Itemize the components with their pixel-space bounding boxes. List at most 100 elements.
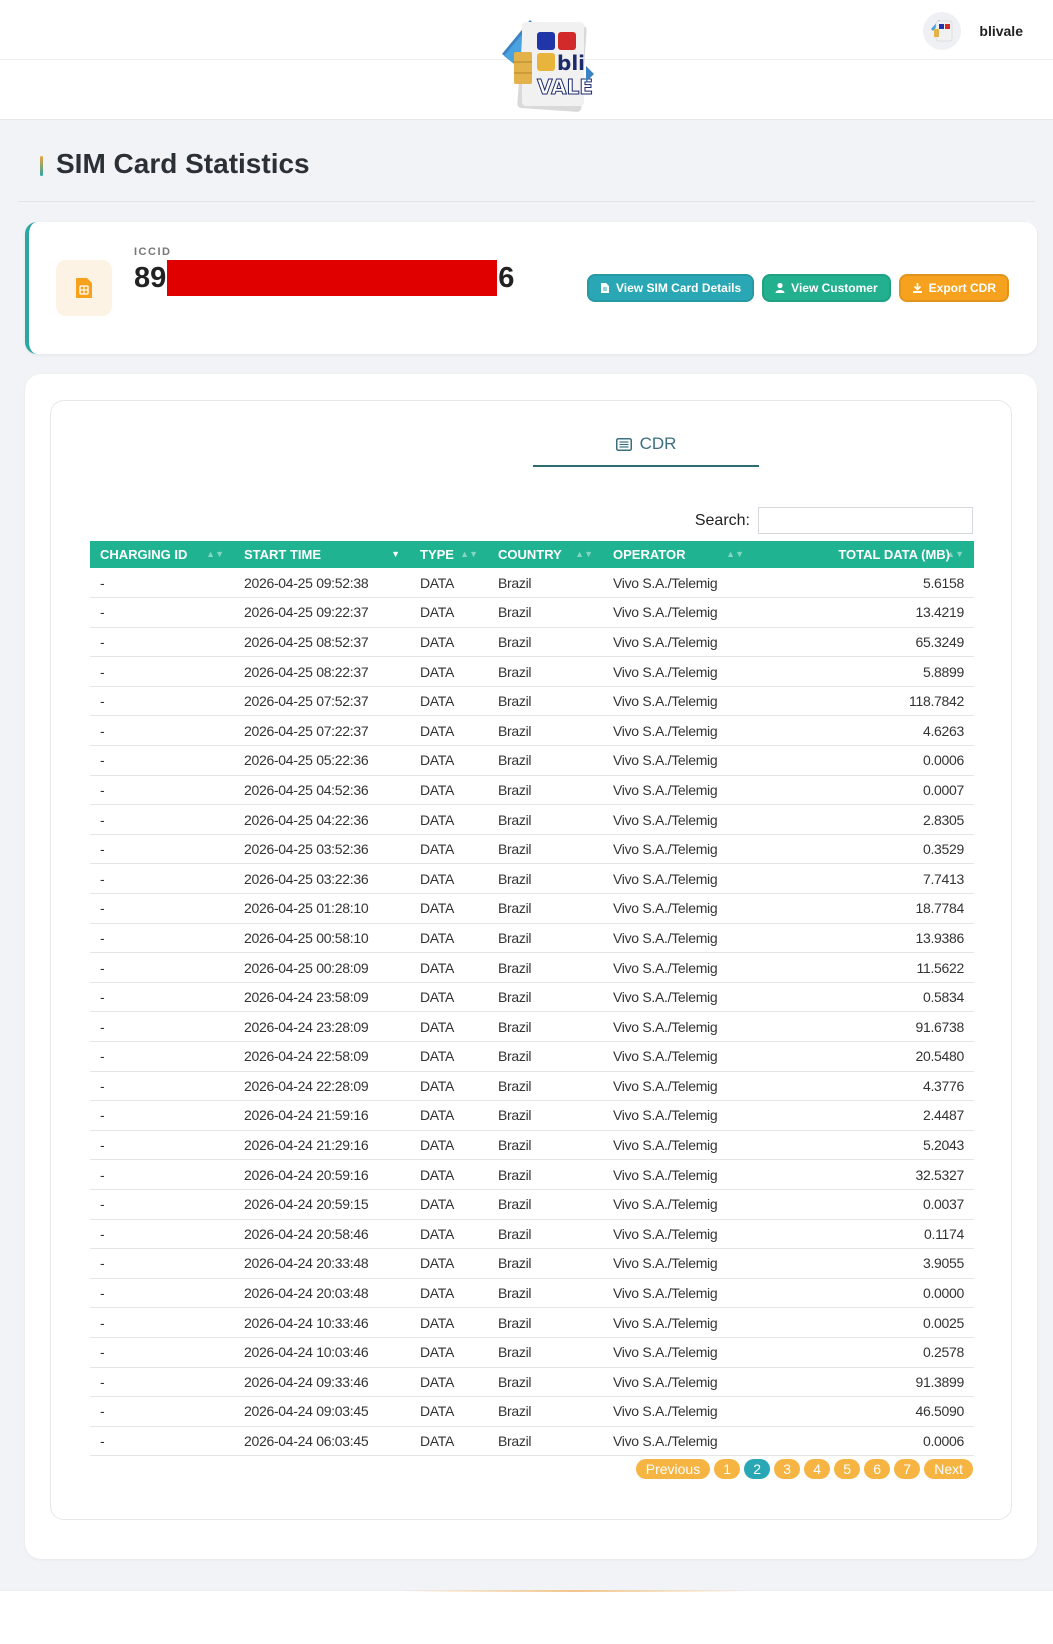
column-header-operator[interactable]: OPERATOR ▲▼: [603, 541, 754, 568]
user-menu[interactable]: blivale: [923, 12, 1023, 50]
cell-charging-id: -: [90, 1159, 234, 1190]
cell-operator: Vivo S.A./Telemig: [603, 1219, 754, 1250]
table-row: -2026-04-25 08:52:37 DATA Brazil Vivo S.A./…: [90, 627, 974, 658]
cell-type: DATA: [410, 1159, 488, 1190]
cell-type: DATA: [410, 1130, 488, 1161]
pagination-page-3[interactable]: 3: [774, 1459, 801, 1479]
cell-total-data: 65.3249: [754, 627, 974, 658]
column-header-start-time[interactable]: START TIME ▼: [234, 541, 410, 568]
tab-cdr[interactable]: CDR: [533, 423, 759, 467]
pagination-page-4[interactable]: 4: [804, 1459, 831, 1479]
cell-start-time: 2026-04-24 22:28:09: [234, 1071, 410, 1102]
pagination-page-5[interactable]: 5: [834, 1459, 861, 1479]
cell-country: Brazil: [488, 745, 603, 776]
pagination-page-6[interactable]: 6: [864, 1459, 891, 1479]
iccid-value: 89 6: [134, 260, 514, 296]
cell-country: Brazil: [488, 1189, 603, 1220]
cell-country: Brazil: [488, 775, 603, 806]
view-customer-label: View Customer: [791, 281, 878, 295]
pagination-page-7[interactable]: 7: [894, 1459, 921, 1479]
cell-total-data: 0.5834: [754, 982, 974, 1013]
cell-country: Brazil: [488, 804, 603, 835]
export-cdr-label: Export CDR: [928, 281, 996, 295]
cell-operator: Vivo S.A./Telemig: [603, 893, 754, 924]
cell-type: DATA: [410, 1307, 488, 1338]
cell-total-data: 0.0037: [754, 1189, 974, 1220]
cell-total-data: 18.7784: [754, 893, 974, 924]
cell-start-time: 2026-04-24 09:03:45: [234, 1396, 410, 1427]
cell-type: DATA: [410, 686, 488, 717]
cell-type: DATA: [410, 1100, 488, 1131]
table-row: -2026-04-24 21:59:16 DATA Brazil Vivo S.A./…: [90, 1100, 974, 1131]
cell-type: DATA: [410, 923, 488, 954]
table-row: -2026-04-24 20:59:15 DATA Brazil Vivo S.A./…: [90, 1189, 974, 1220]
cell-total-data: 32.5327: [754, 1159, 974, 1190]
cell-country: Brazil: [488, 1278, 603, 1309]
cell-total-data: 0.0000: [754, 1278, 974, 1309]
cell-total-data: 13.4219: [754, 597, 974, 628]
username[interactable]: blivale: [979, 23, 1023, 39]
cell-start-time: 2026-04-25 07:52:37: [234, 686, 410, 717]
cell-type: DATA: [410, 1071, 488, 1102]
cell-charging-id: -: [90, 952, 234, 983]
cell-country: Brazil: [488, 893, 603, 924]
cell-charging-id: -: [90, 1396, 234, 1427]
cell-type: DATA: [410, 1426, 488, 1457]
cell-charging-id: -: [90, 1367, 234, 1398]
cell-total-data: 118.7842: [754, 686, 974, 717]
cell-charging-id: -: [90, 1219, 234, 1250]
view-customer-button[interactable]: View Customer: [762, 274, 891, 302]
column-header-total-data[interactable]: TOTAL DATA (MB) ▲▼: [754, 541, 974, 568]
table-row: -2026-04-24 21:29:16 DATA Brazil Vivo S.A./…: [90, 1130, 974, 1161]
cell-operator: Vivo S.A./Telemig: [603, 1248, 754, 1279]
cell-type: DATA: [410, 1041, 488, 1072]
cell-country: Brazil: [488, 1248, 603, 1279]
blivale-logo[interactable]: bli VALE: [500, 18, 600, 114]
pagination-page-1[interactable]: 1: [714, 1459, 741, 1479]
cell-start-time: 2026-04-25 04:52:36: [234, 775, 410, 806]
view-sim-card-details-button[interactable]: View SIM Card Details: [587, 274, 755, 302]
cell-operator: Vivo S.A./Telemig: [603, 1041, 754, 1072]
table-row: -2026-04-25 05:22:36 DATA Brazil Vivo S.A./…: [90, 745, 974, 776]
cell-total-data: 7.7413: [754, 863, 974, 895]
cell-country: Brazil: [488, 1367, 603, 1398]
search-input[interactable]: [758, 507, 973, 534]
cell-country: Brazil: [488, 834, 603, 865]
cell-start-time: 2026-04-25 09:52:38: [234, 568, 410, 599]
pagination-next[interactable]: Next: [924, 1459, 973, 1479]
table-row: -2026-04-25 03:52:36 DATA Brazil Vivo S.A./…: [90, 834, 974, 865]
table-row: -2026-04-25 00:58:10 DATA Brazil Vivo S.A./…: [90, 923, 974, 954]
cell-total-data: 0.0025: [754, 1307, 974, 1338]
user-avatar[interactable]: [923, 12, 962, 50]
column-header-country[interactable]: COUNTRY ▲▼: [488, 541, 603, 568]
logo-text-bottom: VALE: [537, 75, 593, 99]
sort-icon: ▲▼: [946, 549, 964, 559]
cell-operator: Vivo S.A./Telemig: [603, 686, 754, 717]
cell-charging-id: -: [90, 1100, 234, 1131]
cell-type: DATA: [410, 1337, 488, 1368]
cell-operator: Vivo S.A./Telemig: [603, 1011, 754, 1042]
pagination-previous[interactable]: Previous: [635, 1459, 711, 1479]
cell-start-time: 2026-04-24 21:29:16: [234, 1130, 410, 1161]
column-header-charging-id[interactable]: CHARGING ID ▲▼: [90, 541, 234, 568]
cell-total-data: 91.3899: [754, 1367, 974, 1398]
export-cdr-button[interactable]: Export CDR: [898, 274, 1009, 302]
cell-country: Brazil: [488, 863, 603, 895]
cell-start-time: 2026-04-24 23:28:09: [234, 1011, 410, 1042]
cell-charging-id: -: [90, 715, 234, 747]
cell-operator: Vivo S.A./Telemig: [603, 834, 754, 865]
footer: [0, 1590, 1053, 1644]
cell-total-data: 46.5090: [754, 1396, 974, 1427]
table-search: Search:: [695, 507, 973, 534]
cell-charging-id: -: [90, 982, 234, 1013]
pagination-page-2[interactable]: 2: [744, 1459, 771, 1479]
column-header-type[interactable]: TYPE ▲▼: [410, 541, 488, 568]
avatar-logo-icon: [931, 20, 953, 42]
cell-type: DATA: [410, 1248, 488, 1279]
table-row: -2026-04-25 07:22:37 DATA Brazil Vivo S.A./…: [90, 715, 974, 747]
document-icon: [601, 283, 610, 293]
cell-type: DATA: [410, 952, 488, 983]
cell-type: DATA: [410, 863, 488, 895]
table-row: -2026-04-25 01:28:10 DATA Brazil Vivo S.A./…: [90, 893, 974, 924]
table-row: -2026-04-25 03:22:36 DATA Brazil Vivo S.A./…: [90, 863, 974, 895]
